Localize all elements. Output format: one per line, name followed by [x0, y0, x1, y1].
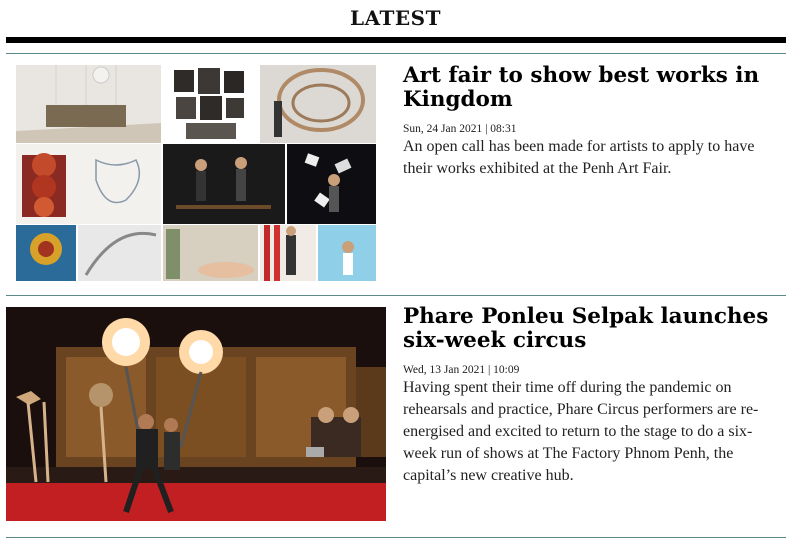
- section-divider: [6, 37, 786, 43]
- article-date: Sun, 24 Jan 2021 | 08:31: [403, 123, 517, 135]
- article-date: Wed, 13 Jan 2021 | 10:09: [403, 364, 520, 376]
- article-summary: An open call has been made for artists t…: [403, 138, 755, 177]
- article-image-art-collage[interactable]: [16, 65, 376, 281]
- section-title: LATEST: [350, 6, 441, 30]
- divider: [6, 295, 786, 296]
- art-collage-image: [16, 65, 376, 281]
- article-headline[interactable]: Art fair to show best works in Kingdom: [403, 64, 763, 112]
- circus-performance-image: [6, 307, 386, 521]
- article-image-circus[interactable]: [6, 307, 386, 521]
- article-headline[interactable]: Phare Ponleu Selpak launches six-week ci…: [403, 305, 773, 353]
- article-summary: Having spent their time off during the p…: [403, 379, 759, 484]
- divider: [6, 53, 786, 54]
- divider: [6, 537, 786, 538]
